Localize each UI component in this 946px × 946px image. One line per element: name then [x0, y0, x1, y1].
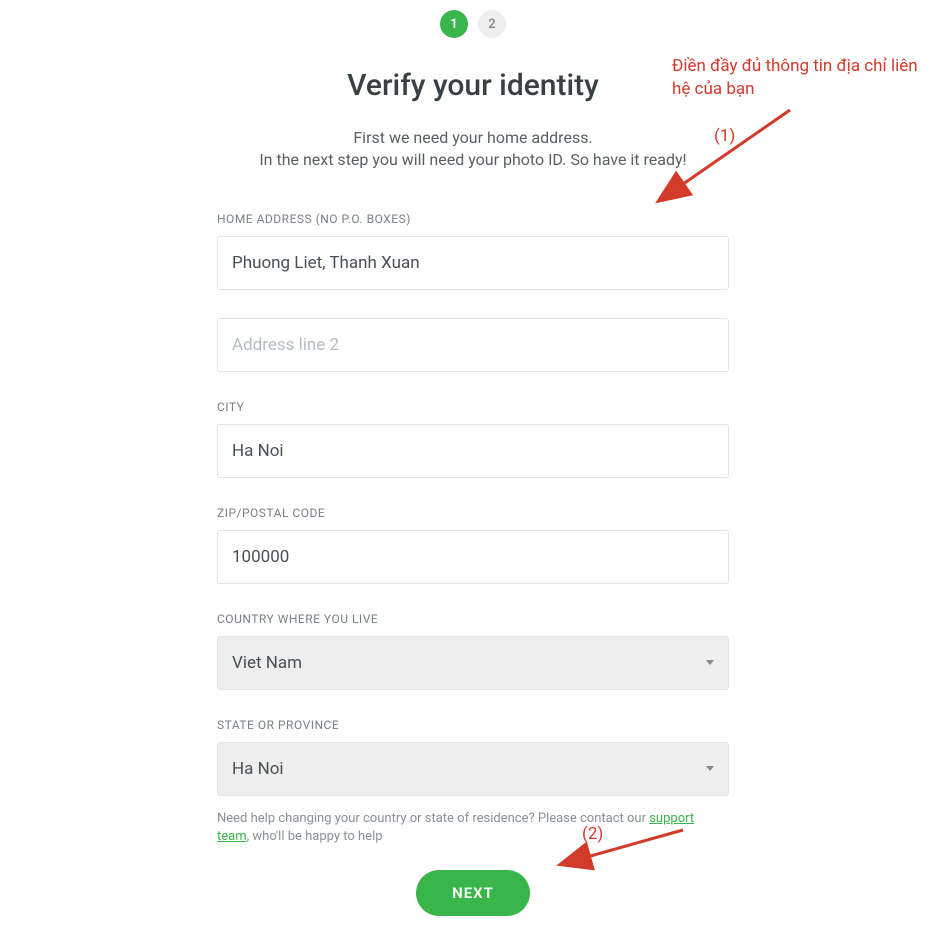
- next-button[interactable]: NEXT: [416, 870, 530, 916]
- country-label: COUNTRY WHERE YOU LIVE: [217, 612, 729, 626]
- home-address-label: HOME ADDRESS (NO P.O. BOXES): [217, 212, 729, 226]
- step-indicator: 1 2: [440, 10, 506, 38]
- state-select[interactable]: Ha Noi: [217, 742, 729, 796]
- annotation-text: Điền đầy đủ thông tin địa chỉ liên hệ củ…: [672, 55, 932, 101]
- description-line-2: In the next step you will need your phot…: [259, 149, 686, 171]
- annotation-number-1: (1): [714, 126, 735, 146]
- zip-input[interactable]: [217, 530, 729, 584]
- help-text-suffix: , who'll be happy to help: [247, 829, 383, 844]
- identity-form: HOME ADDRESS (NO P.O. BOXES) CITY ZIP/PO…: [217, 212, 729, 916]
- help-text: Need help changing your country or state…: [217, 810, 729, 846]
- page-description: First we need your home address. In the …: [259, 127, 686, 172]
- city-label: CITY: [217, 400, 729, 414]
- step-2: 2: [478, 10, 506, 38]
- country-select[interactable]: Viet Nam: [217, 636, 729, 690]
- chevron-down-icon: [706, 766, 714, 771]
- chevron-down-icon: [706, 660, 714, 665]
- description-line-1: First we need your home address.: [259, 127, 686, 149]
- home-address-input[interactable]: [217, 236, 729, 290]
- page-title: Verify your identity: [347, 68, 599, 103]
- state-select-value: Ha Noi: [232, 759, 284, 779]
- step-1: 1: [440, 10, 468, 38]
- state-label: STATE OR PROVINCE: [217, 718, 729, 732]
- address-line-2-input[interactable]: [217, 318, 729, 372]
- zip-label: ZIP/POSTAL CODE: [217, 506, 729, 520]
- country-select-value: Viet Nam: [232, 653, 302, 673]
- city-input[interactable]: [217, 424, 729, 478]
- annotation-number-2: (2): [582, 824, 603, 844]
